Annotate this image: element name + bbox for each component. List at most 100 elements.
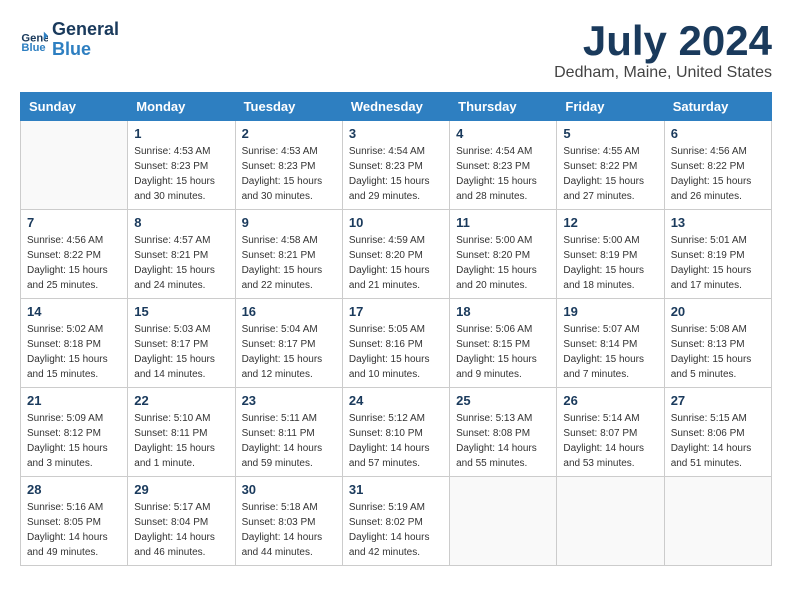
weekday-header-thursday: Thursday xyxy=(450,93,557,121)
day-info: Sunrise: 5:15 AMSunset: 8:06 PMDaylight:… xyxy=(671,411,765,471)
day-number: 21 xyxy=(27,393,121,408)
logo: General Blue General Blue xyxy=(20,20,119,60)
day-number: 13 xyxy=(671,215,765,230)
day-number: 31 xyxy=(349,482,443,497)
calendar-week-4: 21Sunrise: 5:09 AMSunset: 8:12 PMDayligh… xyxy=(21,388,772,477)
weekday-header-saturday: Saturday xyxy=(664,93,771,121)
title-block: July 2024 Dedham, Maine, United States xyxy=(554,20,772,82)
day-number: 26 xyxy=(563,393,657,408)
calendar-cell: 21Sunrise: 5:09 AMSunset: 8:12 PMDayligh… xyxy=(21,388,128,477)
day-number: 25 xyxy=(456,393,550,408)
weekday-header-wednesday: Wednesday xyxy=(342,93,449,121)
day-number: 27 xyxy=(671,393,765,408)
day-info: Sunrise: 5:11 AMSunset: 8:11 PMDaylight:… xyxy=(242,411,336,471)
calendar-cell: 23 Sunrise: 5:11 AMSunset: 8:11 PMDayligh… xyxy=(235,388,342,477)
day-number: 24 xyxy=(349,393,443,408)
page-header: General Blue General Blue July 2024 Dedh… xyxy=(20,20,772,82)
calendar-cell: 15 Sunrise: 5:03 AMSunset: 8:17 PMDayligh… xyxy=(128,299,235,388)
calendar-cell: 11 Sunrise: 5:00 AMSunset: 8:20 PMDayligh… xyxy=(450,210,557,299)
calendar-cell: 27 Sunrise: 5:15 AMSunset: 8:06 PMDayligh… xyxy=(664,388,771,477)
day-number: 5 xyxy=(563,126,657,141)
day-info: Sunrise: 4:56 AMSunset: 8:22 PMDaylight:… xyxy=(671,144,765,204)
day-number: 20 xyxy=(671,304,765,319)
day-number: 10 xyxy=(349,215,443,230)
day-info: Sunrise: 4:56 AMSunset: 8:22 PMDaylight:… xyxy=(27,233,121,293)
day-info: Sunrise: 4:54 AMSunset: 8:23 PMDaylight:… xyxy=(456,144,550,204)
day-info: Sunrise: 4:55 AMSunset: 8:22 PMDaylight:… xyxy=(563,144,657,204)
calendar-cell: 7 Sunrise: 4:56 AMSunset: 8:22 PMDaylight… xyxy=(21,210,128,299)
day-info: Sunrise: 5:04 AMSunset: 8:17 PMDaylight:… xyxy=(242,322,336,382)
day-info: Sunrise: 5:13 AMSunset: 8:08 PMDaylight:… xyxy=(456,411,550,471)
logo-text: General Blue xyxy=(52,20,119,60)
day-number: 23 xyxy=(242,393,336,408)
calendar-cell: 20 Sunrise: 5:08 AMSunset: 8:13 PMDayligh… xyxy=(664,299,771,388)
day-info: Sunrise: 5:14 AMSunset: 8:07 PMDaylight:… xyxy=(563,411,657,471)
calendar-cell: 12Sunrise: 5:00 AMSunset: 8:19 PMDayligh… xyxy=(557,210,664,299)
calendar-cell: 26 Sunrise: 5:14 AMSunset: 8:07 PMDayligh… xyxy=(557,388,664,477)
calendar-cell: 14 Sunrise: 5:02 AMSunset: 8:18 PMDayligh… xyxy=(21,299,128,388)
calendar-cell: 19 Sunrise: 5:07 AMSunset: 8:14 PMDayligh… xyxy=(557,299,664,388)
calendar-cell xyxy=(450,477,557,566)
day-number: 14 xyxy=(27,304,121,319)
day-info: Sunrise: 5:05 AMSunset: 8:16 PMDaylight:… xyxy=(349,322,443,382)
calendar-header: SundayMondayTuesdayWednesdayThursdayFrid… xyxy=(21,93,772,121)
day-number: 29 xyxy=(134,482,228,497)
calendar-cell: 31 Sunrise: 5:19 AMSunset: 8:02 PMDayligh… xyxy=(342,477,449,566)
calendar-table: SundayMondayTuesdayWednesdayThursdayFrid… xyxy=(20,92,772,566)
svg-text:Blue: Blue xyxy=(21,42,45,54)
day-number: 28 xyxy=(27,482,121,497)
calendar-cell: 24 Sunrise: 5:12 AMSunset: 8:10 PMDayligh… xyxy=(342,388,449,477)
day-info: Sunrise: 5:19 AMSunset: 8:02 PMDaylight:… xyxy=(349,500,443,560)
day-info: Sunrise: 5:01 AMSunset: 8:19 PMDaylight:… xyxy=(671,233,765,293)
calendar-week-3: 14 Sunrise: 5:02 AMSunset: 8:18 PMDayligh… xyxy=(21,299,772,388)
day-number: 18 xyxy=(456,304,550,319)
weekday-header-row: SundayMondayTuesdayWednesdayThursdayFrid… xyxy=(21,93,772,121)
day-info: Sunrise: 5:03 AMSunset: 8:17 PMDaylight:… xyxy=(134,322,228,382)
weekday-header-friday: Friday xyxy=(557,93,664,121)
calendar-cell: 16 Sunrise: 5:04 AMSunset: 8:17 PMDayligh… xyxy=(235,299,342,388)
month-title: July 2024 xyxy=(554,20,772,62)
day-number: 12 xyxy=(563,215,657,230)
calendar-cell: 17 Sunrise: 5:05 AMSunset: 8:16 PMDayligh… xyxy=(342,299,449,388)
day-info: Sunrise: 5:08 AMSunset: 8:13 PMDaylight:… xyxy=(671,322,765,382)
day-info: Sunrise: 5:07 AMSunset: 8:14 PMDaylight:… xyxy=(563,322,657,382)
day-info: Sunrise: 4:53 AMSunset: 8:23 PMDaylight:… xyxy=(242,144,336,204)
weekday-header-sunday: Sunday xyxy=(21,93,128,121)
calendar-cell: 4 Sunrise: 4:54 AMSunset: 8:23 PMDaylight… xyxy=(450,121,557,210)
day-number: 16 xyxy=(242,304,336,319)
calendar-cell: 28 Sunrise: 5:16 AMSunset: 8:05 PMDayligh… xyxy=(21,477,128,566)
calendar-cell: 3Sunrise: 4:54 AMSunset: 8:23 PMDaylight… xyxy=(342,121,449,210)
day-info: Sunrise: 5:16 AMSunset: 8:05 PMDaylight:… xyxy=(27,500,121,560)
calendar-cell: 5 Sunrise: 4:55 AMSunset: 8:22 PMDaylight… xyxy=(557,121,664,210)
day-info: Sunrise: 4:53 AMSunset: 8:23 PMDaylight:… xyxy=(134,144,228,204)
calendar-cell: 9Sunrise: 4:58 AMSunset: 8:21 PMDaylight… xyxy=(235,210,342,299)
day-number: 4 xyxy=(456,126,550,141)
day-info: Sunrise: 5:00 AMSunset: 8:20 PMDaylight:… xyxy=(456,233,550,293)
day-number: 7 xyxy=(27,215,121,230)
calendar-cell xyxy=(557,477,664,566)
day-info: Sunrise: 5:18 AMSunset: 8:03 PMDaylight:… xyxy=(242,500,336,560)
day-number: 2 xyxy=(242,126,336,141)
calendar-week-2: 7 Sunrise: 4:56 AMSunset: 8:22 PMDaylight… xyxy=(21,210,772,299)
calendar-cell: 30Sunrise: 5:18 AMSunset: 8:03 PMDayligh… xyxy=(235,477,342,566)
calendar-cell: 18 Sunrise: 5:06 AMSunset: 8:15 PMDayligh… xyxy=(450,299,557,388)
calendar-cell: 8 Sunrise: 4:57 AMSunset: 8:21 PMDaylight… xyxy=(128,210,235,299)
day-info: Sunrise: 4:59 AMSunset: 8:20 PMDaylight:… xyxy=(349,233,443,293)
day-number: 15 xyxy=(134,304,228,319)
day-number: 19 xyxy=(563,304,657,319)
day-info: Sunrise: 5:10 AMSunset: 8:11 PMDaylight:… xyxy=(134,411,228,471)
day-info: Sunrise: 4:57 AMSunset: 8:21 PMDaylight:… xyxy=(134,233,228,293)
calendar-cell: 1Sunrise: 4:53 AMSunset: 8:23 PMDaylight… xyxy=(128,121,235,210)
calendar-cell: 22Sunrise: 5:10 AMSunset: 8:11 PMDayligh… xyxy=(128,388,235,477)
day-info: Sunrise: 5:17 AMSunset: 8:04 PMDaylight:… xyxy=(134,500,228,560)
calendar-cell xyxy=(664,477,771,566)
day-number: 8 xyxy=(134,215,228,230)
calendar-body: 1Sunrise: 4:53 AMSunset: 8:23 PMDaylight… xyxy=(21,121,772,566)
day-info: Sunrise: 5:12 AMSunset: 8:10 PMDaylight:… xyxy=(349,411,443,471)
calendar-cell: 10 Sunrise: 4:59 AMSunset: 8:20 PMDayligh… xyxy=(342,210,449,299)
day-info: Sunrise: 5:06 AMSunset: 8:15 PMDaylight:… xyxy=(456,322,550,382)
day-info: Sunrise: 5:02 AMSunset: 8:18 PMDaylight:… xyxy=(27,322,121,382)
day-number: 11 xyxy=(456,215,550,230)
day-number: 17 xyxy=(349,304,443,319)
calendar-cell: 6Sunrise: 4:56 AMSunset: 8:22 PMDaylight… xyxy=(664,121,771,210)
